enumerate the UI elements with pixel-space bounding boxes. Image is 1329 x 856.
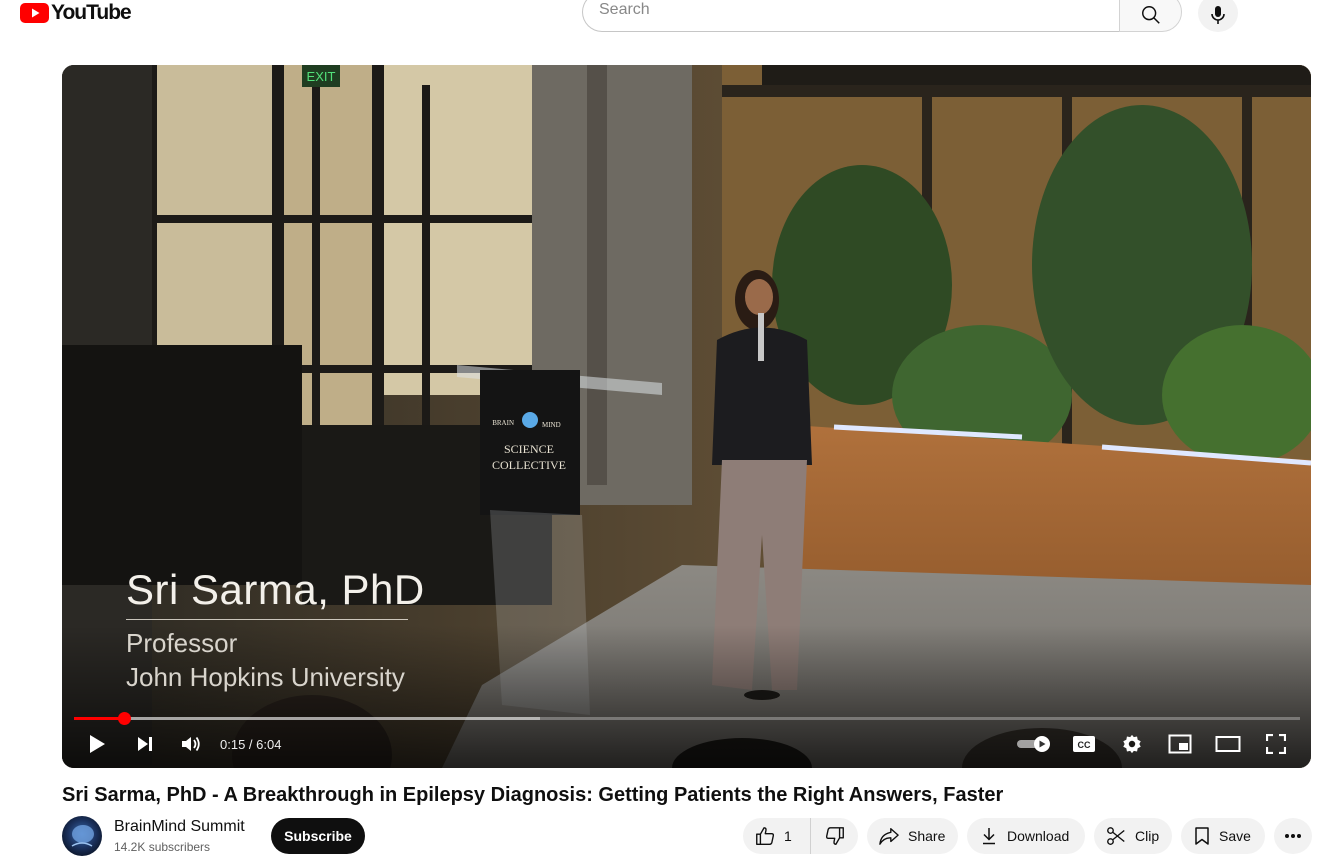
like-count: 1 <box>784 828 792 844</box>
share-label: Share <box>908 828 946 844</box>
fullscreen-icon <box>1266 734 1286 754</box>
video-title: Sri Sarma, PhD - A Breakthrough in Epile… <box>62 784 1004 806</box>
search-input[interactable]: Search <box>582 0 1119 32</box>
share-icon <box>878 826 900 846</box>
name-lower-third: Sri Sarma, PhD Professor John Hopkins Un… <box>126 565 424 694</box>
podium-brand-mind: MIND <box>542 421 561 429</box>
speaker-organization: John Hopkins University <box>126 662 405 692</box>
play-icon <box>90 735 105 753</box>
subscribe-button[interactable]: Subscribe <box>271 818 365 854</box>
clip-button[interactable]: Clip <box>1094 818 1172 854</box>
volume-button[interactable] <box>176 731 206 757</box>
voice-search-button[interactable] <box>1198 0 1238 32</box>
clip-label: Clip <box>1135 828 1160 844</box>
settings-button[interactable] <box>1116 731 1148 757</box>
download-label: Download <box>1007 828 1070 844</box>
youtube-logo-text: YouTube <box>51 1 132 24</box>
theater-icon <box>1215 736 1241 752</box>
brain-logo-icon <box>71 825 94 847</box>
miniplayer-button[interactable] <box>1164 731 1196 757</box>
autoplay-toggle-icon <box>1017 736 1050 752</box>
scissors-icon <box>1105 825 1127 847</box>
time-display: 0:15 / 6:04 <box>220 737 282 752</box>
dislike-button[interactable] <box>811 818 858 854</box>
captions-button[interactable]: CC <box>1068 731 1100 757</box>
save-label: Save <box>1219 828 1251 844</box>
podium-line-1: SCIENCE <box>504 442 554 456</box>
search-button[interactable] <box>1119 0 1182 32</box>
settings-icon <box>1123 734 1141 754</box>
download-button[interactable]: Download <box>967 818 1085 854</box>
channel-name[interactable]: BrainMind Summit <box>114 818 245 836</box>
progress-buffered <box>74 717 540 720</box>
channel-avatar[interactable] <box>62 816 102 856</box>
download-icon <box>979 826 999 846</box>
more-actions-button[interactable] <box>1274 818 1312 854</box>
share-button[interactable]: Share <box>867 818 958 854</box>
watch-page: YouTube Search EXIT BRAIN MIND SCIENCE C… <box>0 0 1329 856</box>
speaker-role: Professor <box>126 628 238 658</box>
subscriber-count: 14.2K subscribers <box>114 840 211 854</box>
save-button[interactable]: Save <box>1181 818 1265 854</box>
podium-brand-brain: BRAIN <box>492 419 514 427</box>
like-dislike-group: 1 <box>743 818 858 854</box>
youtube-logo[interactable]: YouTube <box>20 1 132 24</box>
svg-text:CC: CC <box>1078 740 1091 750</box>
play-button[interactable] <box>82 731 112 757</box>
progress-played <box>74 717 125 720</box>
progress-bar[interactable] <box>74 712 1300 725</box>
exit-sign-text: EXIT <box>307 69 336 84</box>
next-button[interactable] <box>130 731 160 757</box>
player-controls: 0:15 / 6:04 CC <box>62 725 1311 765</box>
fullscreen-button[interactable] <box>1260 731 1292 757</box>
mic-icon <box>1211 6 1225 24</box>
youtube-logo-icon <box>20 3 49 23</box>
bookmark-icon <box>1193 826 1211 846</box>
speaker-name: Sri Sarma, PhD <box>126 565 424 620</box>
captions-icon: CC <box>1073 736 1095 752</box>
thumbs-down-icon <box>824 825 846 847</box>
search-icon <box>1141 6 1160 24</box>
search-bar: Search <box>582 0 1182 32</box>
miniplayer-icon <box>1168 734 1192 754</box>
like-button[interactable]: 1 <box>743 818 811 854</box>
volume-icon <box>182 736 200 752</box>
podium-line-2: COLLECTIVE <box>492 458 566 472</box>
next-icon <box>138 737 152 751</box>
theater-mode-button[interactable] <box>1212 731 1244 757</box>
more-icon <box>1285 834 1301 838</box>
video-player[interactable]: EXIT BRAIN MIND SCIENCE COLLECTIVE Sri S… <box>62 65 1311 768</box>
thumbs-up-icon <box>754 825 776 847</box>
autoplay-toggle[interactable] <box>1014 731 1054 757</box>
